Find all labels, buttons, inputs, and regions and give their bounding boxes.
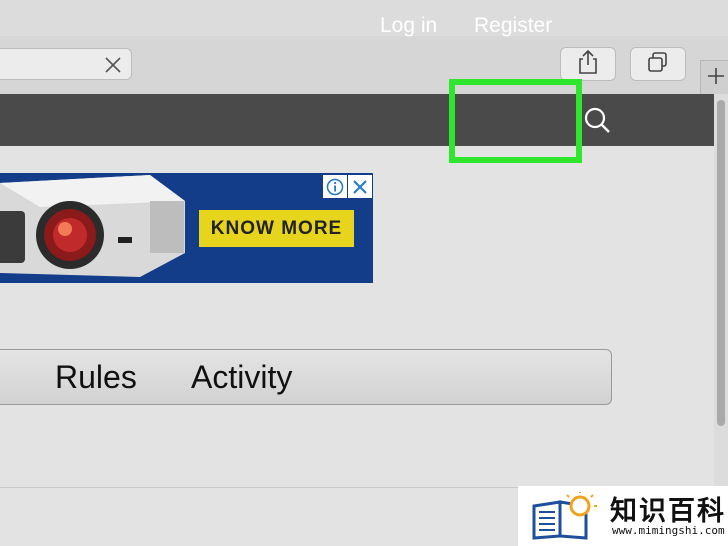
ad-close-icon[interactable]	[348, 175, 372, 198]
search-icon[interactable]	[582, 106, 612, 136]
tab-activity[interactable]: Activity	[191, 349, 292, 405]
share-button[interactable]	[560, 47, 616, 81]
new-tab-button[interactable]	[700, 60, 728, 95]
plus-icon	[706, 66, 726, 91]
tabs-overview-icon	[646, 50, 670, 79]
projector-image	[0, 175, 185, 277]
page-scrollbar[interactable]	[714, 94, 728, 488]
tabs-overview-button[interactable]	[630, 47, 686, 81]
login-link[interactable]: Log in	[380, 0, 437, 52]
register-link[interactable]: Register	[474, 0, 552, 52]
watermark-brand: 知识百科	[610, 496, 726, 526]
close-icon[interactable]	[103, 55, 123, 75]
tab-rules[interactable]: Rules	[55, 349, 137, 405]
address-bar[interactable]	[0, 48, 132, 80]
watermark-url: www.mimingshi.com	[612, 524, 725, 537]
know-more-button[interactable]: KNOW MORE	[199, 210, 354, 247]
info-icon[interactable]	[323, 175, 347, 198]
watermark: 知识百科 www.mimingshi.com	[518, 486, 728, 546]
share-icon	[576, 49, 600, 80]
browser-titlebar	[0, 0, 728, 37]
book-bulb-logo	[532, 492, 597, 540]
scrollbar-thumb[interactable]	[717, 100, 725, 426]
